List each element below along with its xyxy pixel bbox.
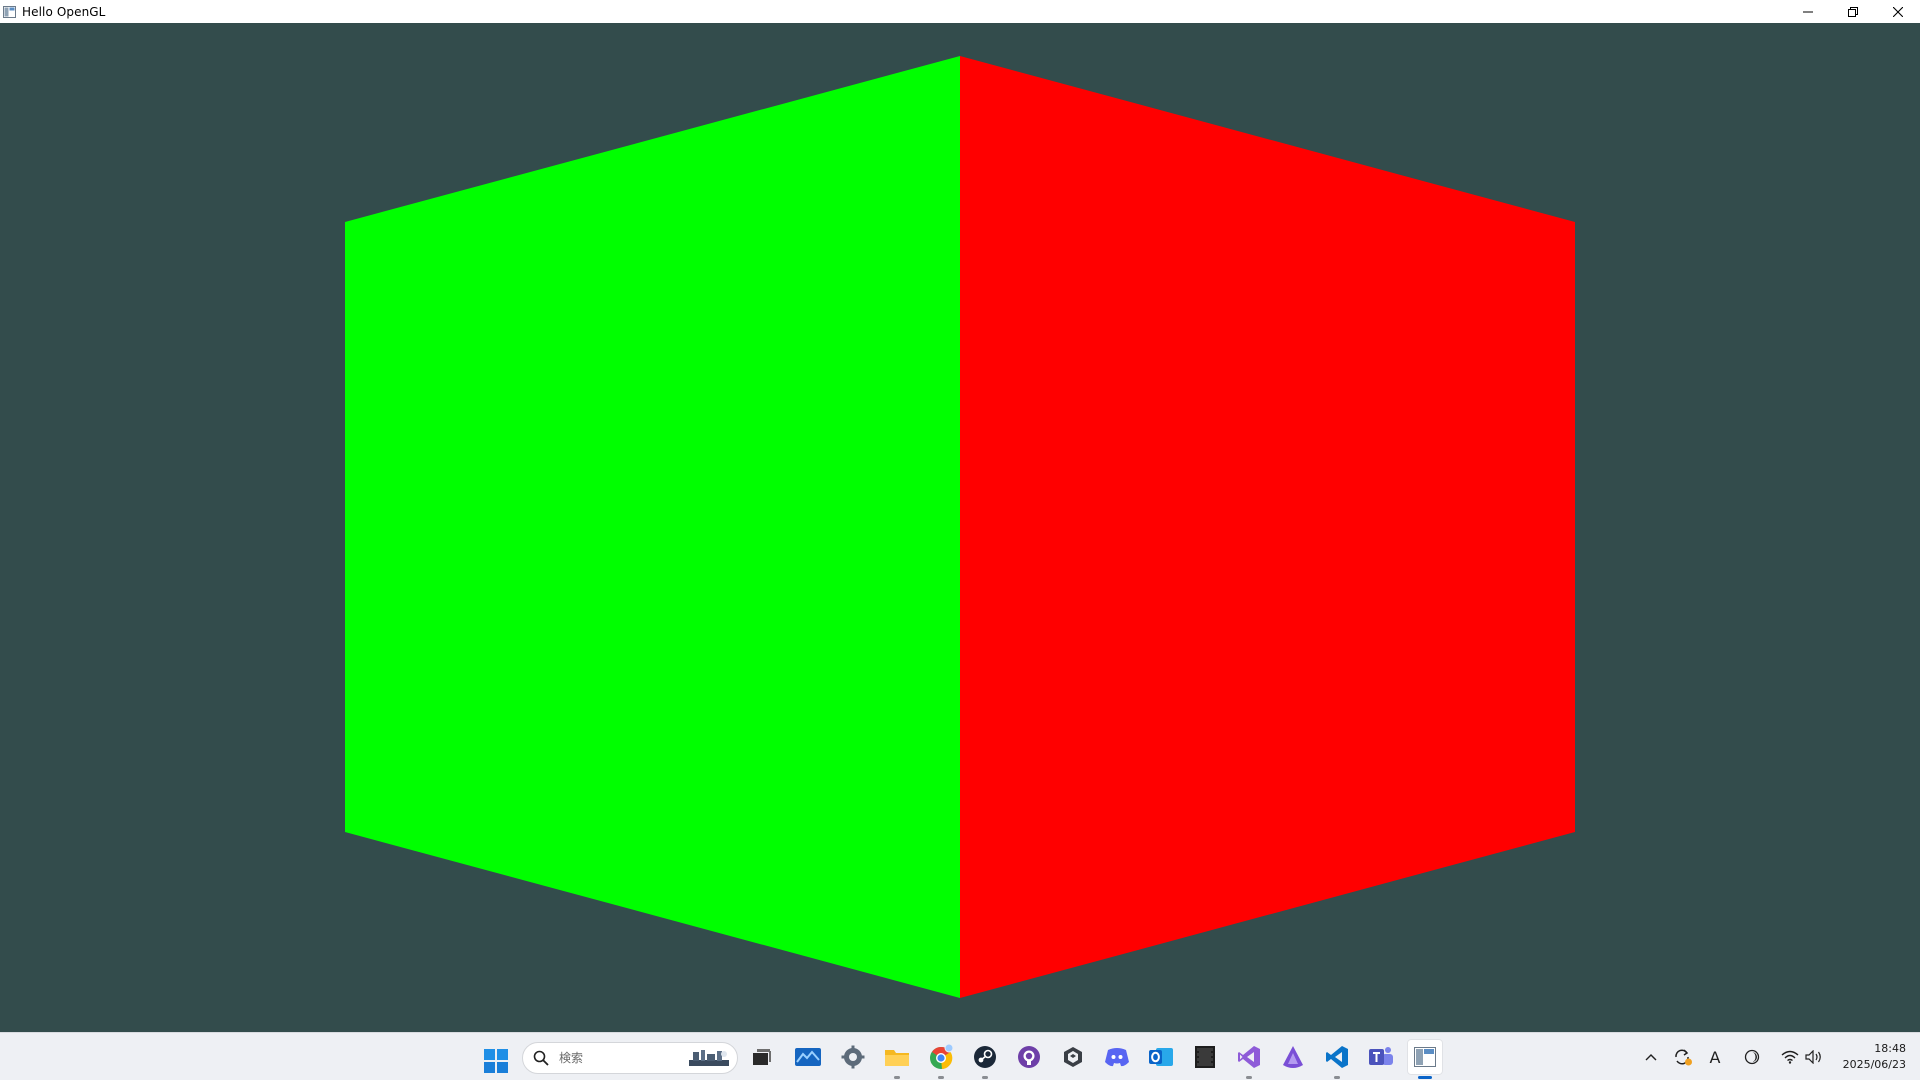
- search-icon: [533, 1050, 549, 1066]
- taskbar-search[interactable]: [522, 1042, 738, 1074]
- sync-icon: [1675, 1049, 1692, 1066]
- app-window-icon: [3, 5, 16, 18]
- running-indicator: [938, 1076, 944, 1079]
- chevron-up-icon: [1645, 1054, 1657, 1061]
- start-button[interactable]: [478, 1043, 514, 1079]
- github-icon: [1018, 1046, 1040, 1068]
- restore-icon: [1847, 6, 1858, 17]
- visual-studio-icon: [1238, 1046, 1260, 1068]
- volume-icon: [1805, 1050, 1821, 1064]
- steam-icon: [974, 1046, 996, 1068]
- vscode-icon: [1326, 1046, 1348, 1068]
- clock-date: 2025/06/23: [1842, 1058, 1906, 1071]
- taskbar-app-file-explorer[interactable]: [879, 1039, 915, 1079]
- outlook-icon: [1149, 1048, 1173, 1066]
- running-indicator: [1418, 1076, 1432, 1079]
- minimize-icon: [1802, 11, 1813, 12]
- running-indicator: [894, 1076, 900, 1079]
- taskbar-app-discord[interactable]: [1099, 1039, 1135, 1075]
- affinity-icon: [1283, 1046, 1303, 1068]
- close-button[interactable]: [1875, 0, 1920, 23]
- taskbar-app-chrome[interactable]: [923, 1039, 959, 1079]
- taskbar-app-outlook[interactable]: [1143, 1039, 1179, 1075]
- taskbar-app-hello-opengl[interactable]: [1407, 1039, 1443, 1079]
- ime-label: A: [1709, 1047, 1721, 1067]
- terminal-icon: [1195, 1046, 1215, 1068]
- opengl-viewport[interactable]: [0, 23, 1920, 1032]
- close-icon: [1892, 6, 1903, 17]
- opengl-app-icon: [1414, 1047, 1436, 1067]
- tray-volume-button[interactable]: [1803, 1033, 1825, 1080]
- running-indicator: [1334, 1076, 1340, 1079]
- taskbar-app-github-desktop[interactable]: [1011, 1039, 1047, 1075]
- window-title-bar[interactable]: Hello OpenGL: [0, 0, 1920, 24]
- taskbar-app-settings[interactable]: [835, 1039, 871, 1075]
- tray-overflow-button[interactable]: [1640, 1033, 1662, 1080]
- widgets-icon: [795, 1048, 821, 1066]
- taskbar-app-widgets[interactable]: [790, 1039, 826, 1075]
- maximize-button[interactable]: [1830, 0, 1875, 23]
- tray-sync-button[interactable]: [1670, 1033, 1696, 1080]
- running-indicator: [982, 1076, 988, 1079]
- moon-icon: [1744, 1049, 1760, 1065]
- taskbar-app-steam[interactable]: [967, 1039, 1003, 1079]
- window-title: Hello OpenGL: [22, 4, 106, 19]
- chrome-icon: [930, 1044, 954, 1069]
- teams-icon: [1369, 1047, 1393, 1065]
- folder-icon: [885, 1050, 909, 1066]
- unity-icon: [1064, 1047, 1082, 1067]
- taskbar-app-teams[interactable]: [1363, 1039, 1399, 1075]
- taskbar: A 18:48 2025/06/23: [0, 1032, 1920, 1080]
- gear-icon: [841, 1045, 865, 1069]
- taskbar-app-task-view[interactable]: [744, 1039, 780, 1075]
- taskbar-app-unity-hub[interactable]: [1055, 1039, 1091, 1075]
- search-input[interactable]: [557, 1050, 681, 1066]
- taskbar-app-terminal[interactable]: [1187, 1039, 1223, 1075]
- taskbar-app-visual-studio[interactable]: [1231, 1039, 1267, 1079]
- cube-right-face: [960, 56, 1575, 998]
- minimize-button[interactable]: [1785, 0, 1830, 23]
- search-highlight-icon: [689, 1050, 729, 1066]
- taskbar-app-vscode[interactable]: [1319, 1039, 1355, 1079]
- system-clock[interactable]: 18:48 2025/06/23: [1834, 1041, 1906, 1073]
- discord-icon: [1105, 1048, 1129, 1067]
- tray-ime-button[interactable]: A: [1703, 1033, 1727, 1080]
- wifi-icon: [1781, 1050, 1799, 1064]
- task-view-icon: [753, 1049, 771, 1065]
- tray-focus-button[interactable]: [1740, 1033, 1764, 1080]
- cube-left-face: [345, 56, 960, 998]
- windows-logo-icon: [484, 1049, 508, 1073]
- running-indicator: [1246, 1076, 1252, 1079]
- tray-network-button[interactable]: [1779, 1033, 1801, 1080]
- taskbar-app-affinity[interactable]: [1275, 1039, 1311, 1075]
- clock-time: 18:48: [1874, 1042, 1906, 1055]
